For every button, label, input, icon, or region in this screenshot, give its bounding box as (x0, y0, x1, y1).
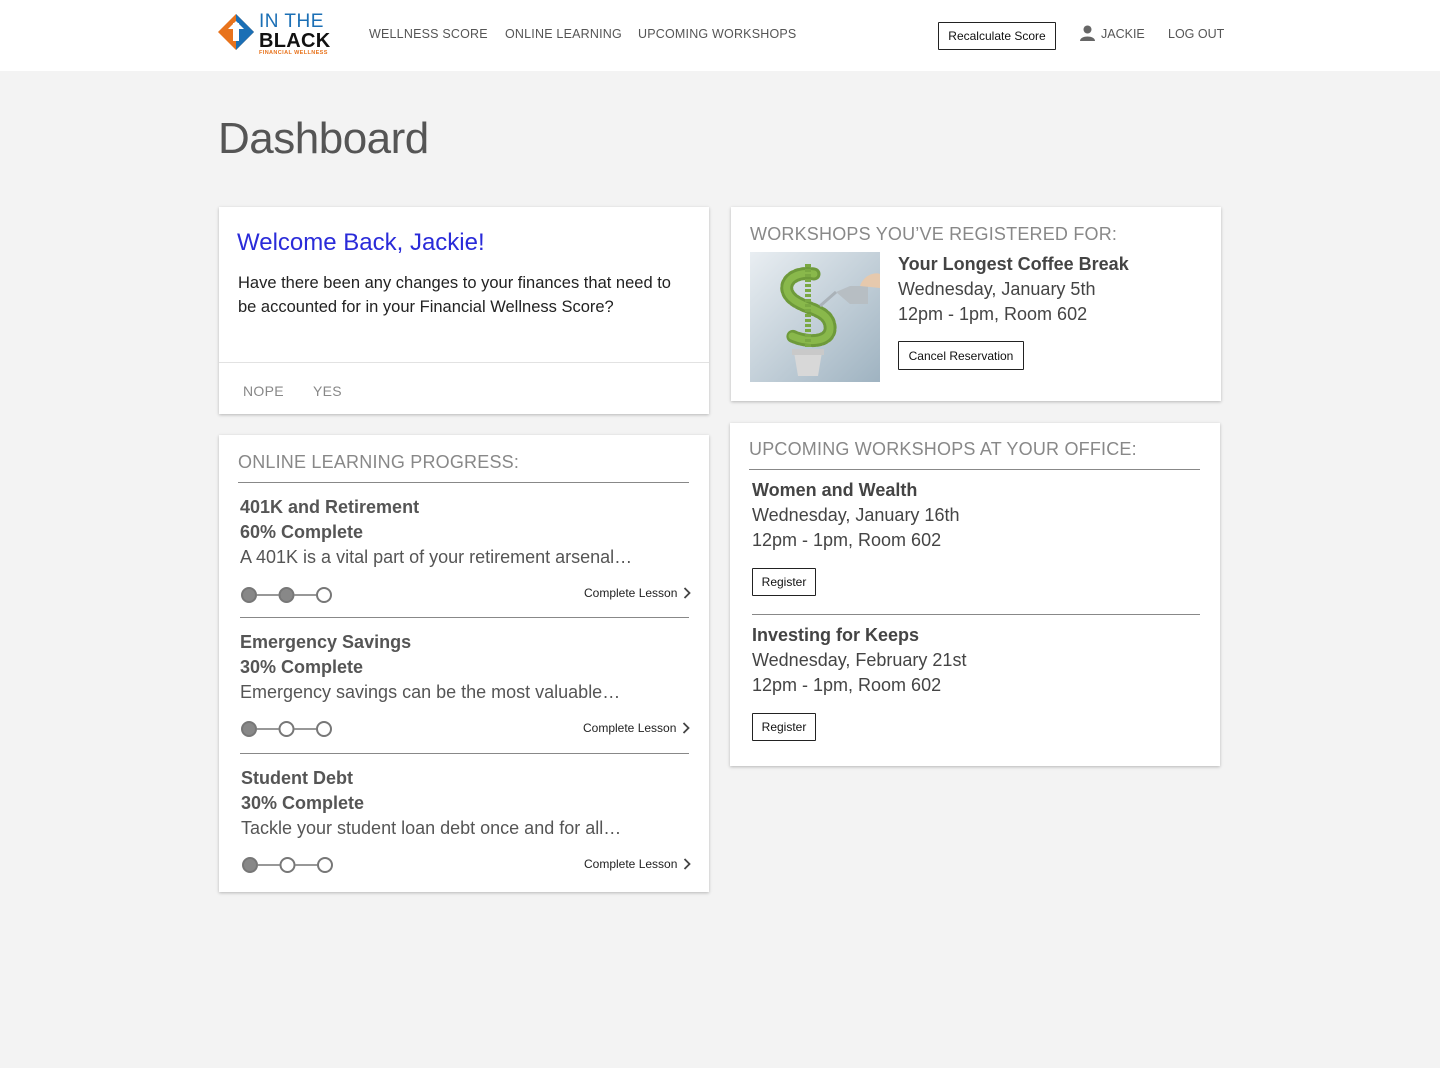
progress-step-incomplete (278, 721, 295, 737)
nav-upcoming-workshops[interactable]: UPCOMING WORKSHOPS (638, 27, 796, 41)
progress-step-incomplete (279, 857, 296, 873)
lesson-progress-steps (242, 857, 333, 873)
logo-text-line2: BLACK (259, 30, 331, 52)
registered-heading: WORKSHOPS YOU’VE REGISTERED FOR: (750, 224, 1118, 244)
lesson-description: Emergency savings can be the most valuab… (240, 682, 621, 702)
lesson-progress-label: 30% Complete (240, 657, 364, 677)
top-navigation-bar: IN THE BLACK FINANCIAL WELLNESS WELLNESS… (0, 0, 1440, 71)
chevron-right-icon (684, 858, 692, 870)
register-button[interactable]: Register (752, 713, 816, 741)
upcoming-heading: UPCOMING WORKSHOPS AT YOUR OFFICE: (749, 439, 1137, 459)
complete-lesson-label: Complete Lesson (584, 857, 678, 871)
logo[interactable]: IN THE BLACK FINANCIAL WELLNESS (218, 12, 334, 58)
workshop-time: 12pm - 1pm, Room 602 (898, 304, 1088, 324)
divider (240, 753, 689, 754)
workshop-date: Wednesday, January 5th (898, 279, 1096, 299)
workshop-title: Investing for Keeps (752, 625, 920, 645)
lesson-progress-steps (241, 587, 332, 603)
progress-step-complete (278, 587, 295, 603)
workshop-title: Women and Wealth (752, 480, 918, 500)
lesson-progress-label: 30% Complete (241, 793, 365, 813)
lesson-title: Emergency Savings (240, 632, 412, 652)
divider (749, 469, 1200, 470)
recalculate-score-button[interactable]: Recalculate Score (938, 22, 1056, 50)
complete-lesson-label: Complete Lesson (584, 586, 678, 600)
divider (219, 362, 709, 363)
progress-step-complete (241, 587, 257, 603)
nope-button[interactable]: NOPE (243, 383, 284, 399)
workshop-time: 12pm - 1pm, Room 602 (752, 675, 942, 695)
money-tree-watering-can-image (750, 252, 880, 382)
lesson-progress-label: 60% Complete (240, 522, 364, 542)
welcome-title: Welcome Back, Jackie! (237, 229, 485, 256)
learning-progress-card: ONLINE LEARNING PROGRESS: 401K and Retir… (219, 435, 709, 892)
lesson-title: Student Debt (241, 768, 353, 788)
registered-workshops-card: WORKSHOPS YOU’VE REGISTERED FOR: Your Lo… (731, 207, 1221, 401)
workshop-date: Wednesday, February 21st (752, 650, 967, 670)
complete-lesson-link[interactable]: Complete Lesson (583, 721, 691, 735)
user-icon[interactable] (1080, 25, 1095, 41)
lesson-description: Tackle your student loan debt once and f… (241, 818, 622, 838)
lesson-progress-steps (241, 721, 332, 737)
progress-step-complete (242, 857, 258, 873)
complete-lesson-link[interactable]: Complete Lesson (584, 857, 692, 871)
learning-heading: ONLINE LEARNING PROGRESS: (238, 452, 520, 472)
workshop-title: Your Longest Coffee Break (898, 254, 1129, 274)
register-button[interactable]: Register (752, 568, 816, 596)
page-title: Dashboard (218, 114, 429, 163)
progress-step-complete (241, 721, 257, 737)
upcoming-workshops-card: UPCOMING WORKSHOPS AT YOUR OFFICE: Women… (730, 423, 1220, 766)
lesson-title: 401K and Retirement (240, 497, 420, 517)
nav-wellness-score[interactable]: WELLNESS SCORE (369, 27, 488, 41)
chevron-right-icon (684, 587, 692, 599)
cancel-reservation-button[interactable]: Cancel Reservation (898, 341, 1024, 370)
user-name[interactable]: JACKIE (1101, 27, 1145, 41)
logo-text-line1: IN THE (259, 11, 324, 32)
lesson-description: A 401K is a vital part of your retiremen… (240, 547, 633, 567)
logout-link[interactable]: LOG OUT (1168, 27, 1224, 41)
yes-button[interactable]: YES (313, 383, 342, 399)
divider (752, 614, 1200, 615)
welcome-card: Welcome Back, Jackie! Have there been an… (219, 207, 709, 414)
complete-lesson-link[interactable]: Complete Lesson (584, 586, 692, 600)
logo-text-line3: FINANCIAL WELLNESS (259, 50, 328, 56)
progress-step-incomplete (316, 587, 332, 603)
workshop-date: Wednesday, January 16th (752, 505, 960, 525)
progress-step-incomplete (316, 721, 332, 737)
nav-online-learning[interactable]: ONLINE LEARNING (505, 27, 622, 41)
complete-lesson-label: Complete Lesson (583, 721, 677, 735)
progress-step-incomplete (317, 857, 333, 873)
divider (238, 482, 689, 483)
welcome-text: Have there been any changes to your fina… (238, 274, 671, 316)
logo-icon (218, 14, 254, 50)
divider (240, 617, 689, 618)
workshop-time: 12pm - 1pm, Room 602 (752, 530, 942, 550)
chevron-right-icon (683, 722, 691, 734)
